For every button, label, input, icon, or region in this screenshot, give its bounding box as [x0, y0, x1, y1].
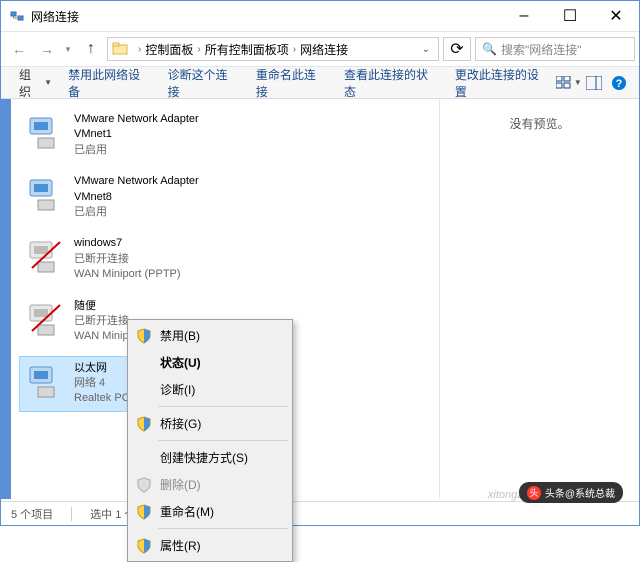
- svg-text:?: ?: [615, 78, 622, 90]
- ethernet-adapter-icon: [26, 361, 66, 401]
- view-status-button[interactable]: 查看此连接的状态: [334, 62, 445, 104]
- breadcrumb-item[interactable]: 控制面板: [145, 41, 193, 58]
- forward-button[interactable]: →: [33, 35, 61, 63]
- close-button[interactable]: ✕: [593, 1, 639, 31]
- shield-icon: [136, 538, 152, 554]
- breadcrumb-dropdown[interactable]: ⌄: [418, 44, 434, 55]
- menu-bridge[interactable]: 桥接(G): [130, 410, 290, 437]
- connection-item[interactable]: VMware Network Adapter VMnet8 已启用: [19, 169, 219, 225]
- refresh-button[interactable]: ⟳: [443, 37, 471, 61]
- status-bar: 5 个项目 选中 1 个项目: [1, 501, 639, 525]
- search-placeholder: 搜索"网络连接": [501, 41, 582, 58]
- menu-status[interactable]: 状态(U): [130, 349, 290, 376]
- menu-separator: [158, 440, 288, 441]
- folder-icon: [112, 41, 128, 57]
- connection-status: 已启用: [74, 205, 212, 220]
- up-button[interactable]: ↑: [79, 37, 103, 61]
- menu-rename[interactable]: 重命名(M): [130, 498, 290, 525]
- shield-icon: [136, 477, 152, 493]
- disable-device-button[interactable]: 禁用此网络设备: [58, 62, 158, 104]
- connection-status: 已启用: [74, 143, 212, 158]
- preview-pane-button[interactable]: [582, 71, 607, 95]
- search-input[interactable]: 🔍 搜索"网络连接": [475, 37, 635, 61]
- menu-create-shortcut[interactable]: 创建快捷方式(S): [130, 444, 290, 471]
- help-button[interactable]: ?: [606, 71, 631, 95]
- titlebar: 网络连接 – ☐ ✕: [1, 1, 639, 31]
- watermark-badge: 头 头条@系统总裁: [519, 482, 623, 503]
- maximize-button[interactable]: ☐: [547, 1, 593, 31]
- shield-icon: [136, 504, 152, 520]
- breadcrumb-item[interactable]: 所有控制面板项: [205, 41, 289, 58]
- breadcrumb-sep: ›: [293, 44, 296, 55]
- connection-item[interactable]: windows7 已断开连接 WAN Miniport (PPTP): [19, 231, 219, 287]
- breadcrumb[interactable]: › 控制面板 › 所有控制面板项 › 网络连接 ⌄: [107, 37, 439, 61]
- change-settings-button[interactable]: 更改此连接的设置: [445, 62, 556, 104]
- menu-delete: 删除(D): [130, 471, 290, 498]
- connection-name: 随便: [74, 299, 181, 314]
- wan-adapter-icon: [26, 299, 66, 339]
- no-preview-text: 没有预览。: [456, 115, 623, 132]
- network-adapter-icon: [26, 174, 66, 214]
- connection-name: VMware Network Adapter VMnet8: [74, 174, 212, 205]
- menu-separator: [158, 528, 288, 529]
- connection-name: windows7: [74, 236, 181, 251]
- item-count: 5 个项目: [11, 506, 53, 522]
- breadcrumb-sep: ›: [197, 44, 200, 55]
- organize-menu[interactable]: 组织▼: [9, 62, 58, 104]
- back-button[interactable]: ←: [5, 35, 33, 63]
- diagnose-button[interactable]: 诊断这个连接: [158, 62, 246, 104]
- rename-button[interactable]: 重命名此连接: [246, 62, 334, 104]
- network-app-icon: [9, 8, 25, 24]
- menu-diagnose[interactable]: 诊断(I): [130, 376, 290, 403]
- connection-item[interactable]: VMware Network Adapter VMnet1 已启用: [19, 107, 219, 163]
- command-toolbar: 组织▼ 禁用此网络设备 诊断这个连接 重命名此连接 查看此连接的状态 更改此连接…: [1, 67, 639, 99]
- preview-pane: 没有预览。: [439, 99, 639, 499]
- wan-adapter-icon: [26, 236, 66, 276]
- badge-icon: 头: [527, 486, 541, 500]
- connection-device: WAN Miniport (PPTP): [74, 267, 181, 282]
- menu-disable[interactable]: 禁用(B): [130, 322, 290, 349]
- view-options-button[interactable]: ▼: [556, 71, 582, 95]
- left-accent-strip: [1, 99, 11, 499]
- search-icon: 🔍: [482, 42, 497, 56]
- shield-icon: [136, 328, 152, 344]
- breadcrumb-item[interactable]: 网络连接: [300, 41, 348, 58]
- menu-separator: [158, 406, 288, 407]
- network-adapter-icon: [26, 112, 66, 152]
- shield-icon: [136, 416, 152, 432]
- connection-name: VMware Network Adapter VMnet1: [74, 112, 212, 143]
- minimize-button[interactable]: –: [501, 1, 547, 31]
- menu-properties[interactable]: 属性(R): [130, 532, 290, 559]
- history-dropdown[interactable]: ▾: [61, 44, 75, 55]
- window-title: 网络连接: [31, 8, 501, 25]
- connection-status: 已断开连接: [74, 252, 181, 267]
- breadcrumb-sep: ›: [138, 44, 141, 55]
- statusbar-sep: [71, 507, 72, 521]
